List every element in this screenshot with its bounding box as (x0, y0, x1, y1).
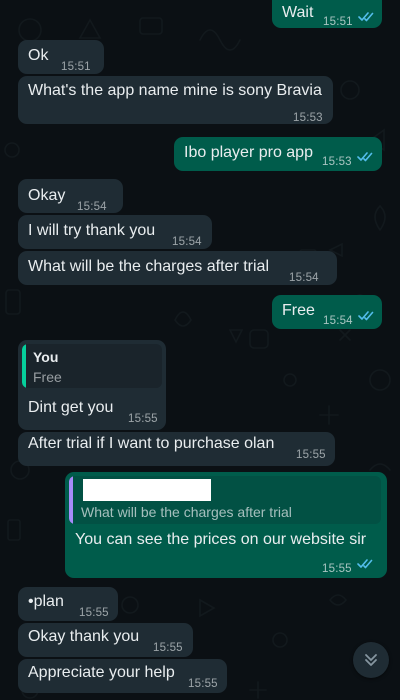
message-text: What will be the charges after trial (28, 258, 269, 275)
message-text: •plan (28, 593, 64, 610)
message-text: Okay (28, 187, 66, 204)
chat-messages-area[interactable]: Wait 15:51 Ok 15:51 What's the app name … (0, 0, 400, 700)
message-bubble-incoming[interactable]: After trial if I want to purchase olan 1… (18, 432, 335, 466)
message-time: 15:53 (293, 112, 323, 124)
message-time: 15:53 (322, 156, 352, 168)
message-bubble-incoming[interactable]: What's the app name mine is sony Bravia … (18, 76, 333, 124)
double-check-icon (357, 152, 373, 162)
scroll-to-bottom-button[interactable] (353, 642, 389, 678)
message-text: I will try thank you (28, 222, 156, 239)
message-bubble-outgoing[interactable]: Ibo player pro app 15:53 (174, 137, 382, 171)
message-bubble-outgoing[interactable]: Free 15:54 (272, 295, 382, 329)
message-time: 15:51 (323, 16, 353, 28)
message-text: Appreciate your help (28, 664, 175, 681)
message-time: 15:54 (289, 272, 319, 284)
message-bubble-incoming[interactable]: •plan 15:55 (18, 587, 118, 621)
message-bubble-outgoing-reply[interactable]: What will be the charges after trial You… (65, 472, 387, 578)
message-bubble-incoming[interactable]: What will be the charges after trial 15:… (18, 251, 337, 285)
message-text: Free (282, 302, 315, 319)
message-text: Okay thank you (28, 628, 140, 645)
message-bubble-incoming[interactable]: I will try thank you 15:54 (18, 215, 212, 249)
message-bubble-incoming-reply[interactable]: You Free Dint get you 15:55 (18, 340, 166, 430)
message-text: Ok (28, 47, 49, 64)
quoted-message[interactable]: You Free (22, 344, 162, 388)
message-time: 15:55 (296, 449, 326, 461)
message-text: After trial if I want to purchase olan (28, 435, 275, 452)
message-time: 15:54 (172, 236, 202, 248)
quote-text: Free (33, 369, 62, 385)
message-time: 15:55 (322, 563, 352, 575)
quote-text: What will be the charges after trial (81, 504, 292, 520)
quote-author-redacted (83, 479, 211, 501)
message-bubble-incoming[interactable]: Okay 15:54 (18, 179, 123, 213)
message-time: 15:55 (79, 607, 109, 619)
message-bubble-incoming[interactable]: Appreciate your help 15:55 (18, 659, 227, 693)
message-time: 15:51 (61, 61, 91, 73)
double-check-icon (358, 311, 374, 321)
quote-author: You (33, 349, 59, 365)
message-time: 15:55 (128, 413, 158, 425)
quote-accent-bar (69, 476, 73, 524)
message-text: What's the app name mine is sony Bravia (28, 82, 322, 99)
message-bubble-outgoing[interactable]: Wait 15:51 (272, 0, 382, 28)
double-check-icon (358, 12, 374, 22)
message-text: Wait (282, 4, 314, 21)
message-text: Ibo player pro app (184, 144, 313, 161)
message-text: Dint get you (28, 399, 114, 416)
message-time: 15:55 (188, 678, 218, 690)
message-bubble-incoming[interactable]: Ok 15:51 (18, 40, 104, 74)
quote-accent-bar (22, 344, 26, 388)
message-time: 15:55 (153, 642, 183, 654)
message-text: You can see the prices on our website si… (75, 531, 367, 548)
message-bubble-incoming[interactable]: Okay thank you 15:55 (18, 623, 193, 657)
chevron-double-down-icon (365, 654, 377, 666)
quoted-message[interactable]: What will be the charges after trial (69, 476, 381, 524)
double-check-icon (357, 559, 373, 569)
message-time: 15:54 (323, 315, 353, 327)
